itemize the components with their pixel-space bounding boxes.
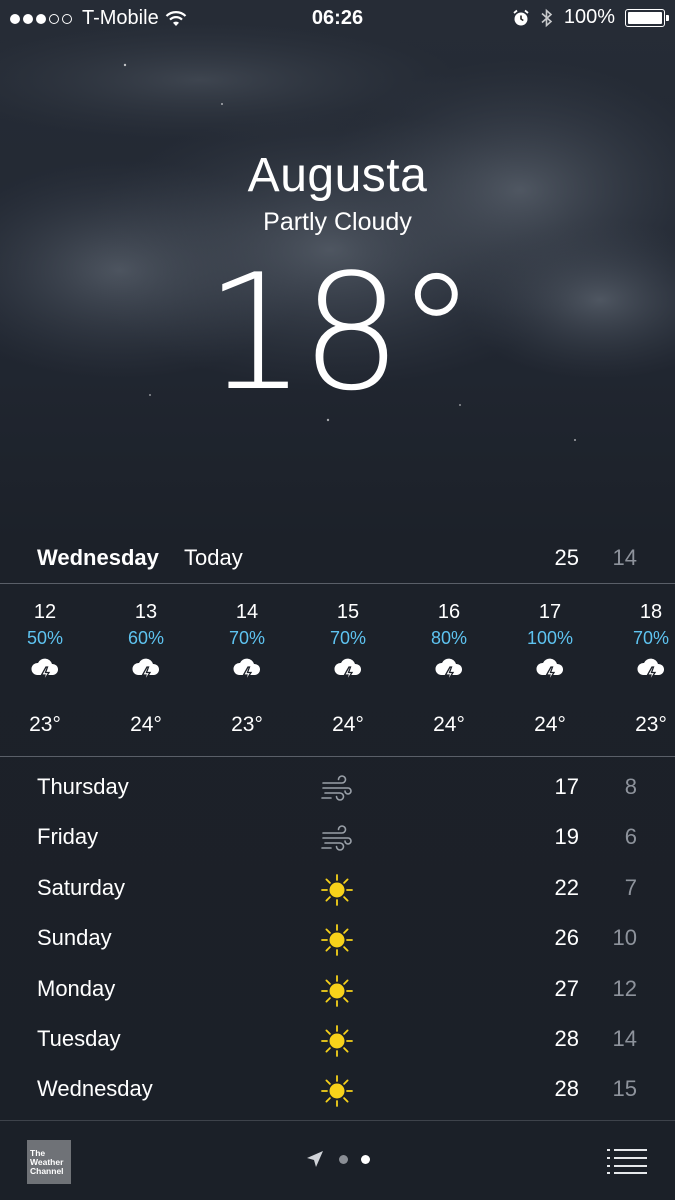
daily-day-name: Wednesday [37, 1076, 153, 1102]
daily-high: 26 [554, 925, 579, 951]
battery-icon [625, 8, 669, 27]
thunderstorm-icon [433, 653, 465, 685]
alarm-icon [513, 9, 529, 25]
sun-icon [320, 974, 354, 1008]
hourly-time: 16 [437, 601, 461, 623]
daily-low: 6 [624, 824, 637, 850]
wind-icon [320, 822, 354, 856]
daily-day-name: Tuesday [37, 1026, 121, 1051]
bluetooth-icon [541, 8, 553, 27]
hourly-precip-chance: 70% [329, 628, 367, 648]
daily-low: 15 [612, 1076, 637, 1102]
hourly-precip-chance: 50% [26, 628, 64, 648]
hourly-precip-chance: 100% [526, 628, 574, 648]
city-list-icon[interactable] [607, 1148, 647, 1174]
daily-low: 14 [612, 1026, 637, 1051]
hourly-time: 18 [639, 601, 663, 623]
hourly-time: 12 [33, 601, 57, 623]
thunderstorm-icon [29, 653, 61, 685]
daily-forecast[interactable]: Thursday 17 8 Friday 19 6 Saturday 22 7 Sunday 26 1… [0, 758, 675, 1120]
hourly-precip-chance: 70% [228, 628, 266, 648]
sun-icon [320, 1074, 354, 1108]
hourly-temperature: 24° [433, 713, 465, 736]
today-high: 25 [554, 545, 579, 570]
hourly-time: 17 [538, 601, 562, 623]
daily-day-name: Friday [37, 824, 99, 850]
thunderstorm-icon [635, 653, 667, 685]
today-label: Today [184, 545, 243, 570]
battery-percentage: 100% [563, 6, 615, 28]
daily-day-name: Thursday [37, 774, 129, 799]
current-temperature: 18° [0, 248, 675, 418]
daily-low: 10 [612, 925, 637, 951]
thunderstorm-icon [534, 653, 566, 685]
daily-row: Friday 19 6 [0, 808, 675, 858]
daily-day-name: Saturday [37, 874, 126, 900]
hourly-precip-chance: 70% [632, 628, 670, 648]
hourly-time: 13 [134, 601, 158, 623]
hourly-precip-chance: 80% [430, 628, 468, 648]
daily-low: 12 [612, 975, 637, 1001]
daily-high: 28 [554, 1026, 579, 1051]
hourly-temperature: 23° [635, 713, 667, 736]
hourly-temperature: 24° [130, 713, 162, 736]
thunderstorm-icon [130, 653, 162, 685]
hourly-temperature: 23° [29, 713, 61, 736]
daily-day-name: Sunday [37, 925, 112, 951]
hourly-temperature: 24° [332, 713, 364, 736]
daily-row: Monday 27 12 [0, 960, 675, 1010]
location-arrow-icon[interactable] [305, 1149, 325, 1169]
daily-low: 7 [624, 874, 637, 900]
current-temperature-value: 18° [204, 239, 477, 426]
weather-condition: Partly Cloudy [263, 208, 412, 236]
daily-row: Saturday 22 7 [0, 859, 675, 909]
hourly-forecast[interactable]: 12 50% 23° 13 60% 24° 14 70% 23° 15 70% 24° 16 80% 24°… [0, 585, 675, 755]
city-name: Augusta [247, 149, 428, 202]
daily-row: Sunday 26 10 [0, 909, 675, 959]
daily-high: 27 [554, 975, 579, 1001]
page-indicator-dot[interactable] [339, 1155, 348, 1164]
daily-high: 19 [554, 824, 579, 850]
daily-row: Tuesday 28 14 [0, 1010, 675, 1060]
sun-icon [320, 873, 354, 907]
weather-channel-logo[interactable]: The Weather Channel [27, 1140, 71, 1184]
hourly-time: 15 [336, 601, 360, 623]
today-day-name: Wednesday [37, 545, 159, 570]
hourly-time: 14 [235, 601, 259, 623]
hourly-temperature: 23° [231, 713, 263, 736]
wind-icon [320, 772, 354, 806]
today-summary: Wednesday Today 25 14 [0, 540, 675, 576]
sun-icon [320, 1024, 354, 1058]
thunderstorm-icon [332, 653, 364, 685]
daily-day-name: Monday [37, 975, 116, 1001]
daily-low: 8 [624, 774, 637, 799]
sun-icon [320, 923, 354, 957]
daily-high: 22 [554, 874, 579, 900]
daily-high: 28 [554, 1076, 579, 1102]
daily-high: 17 [554, 774, 579, 799]
divider [0, 583, 675, 584]
divider [0, 756, 675, 757]
page-indicator-dot-active[interactable] [361, 1155, 370, 1164]
hourly-precip-chance: 60% [127, 628, 165, 648]
today-low: 14 [612, 545, 637, 570]
daily-row: Thursday 17 8 [0, 758, 675, 808]
daily-row: Wednesday 28 15 [0, 1060, 675, 1110]
hourly-temperature: 24° [534, 713, 566, 736]
thunderstorm-icon [231, 653, 263, 685]
status-bar: T-Mobile 06:26 100% [0, 0, 675, 38]
bottom-toolbar: The Weather Channel [0, 1121, 675, 1200]
